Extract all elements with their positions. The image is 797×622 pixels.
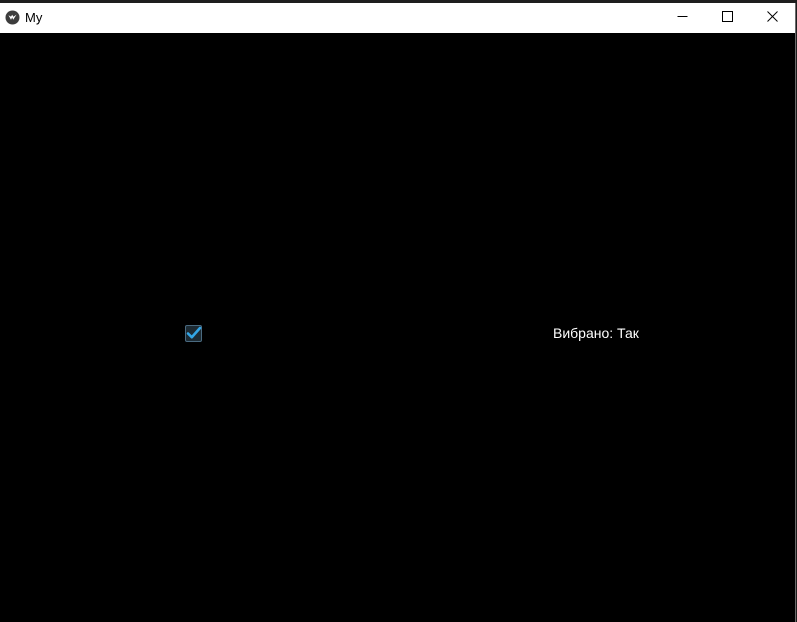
agree-checkbox[interactable] <box>185 325 202 342</box>
minimize-icon <box>677 9 688 27</box>
app-window: My Вибрано: Так <box>0 3 796 622</box>
window-title: My <box>25 10 43 25</box>
kivy-logo-icon <box>5 10 20 25</box>
close-icon <box>766 9 778 27</box>
maximize-button[interactable] <box>704 3 750 33</box>
maximize-icon <box>721 9 733 27</box>
title-bar[interactable]: My <box>0 3 795 33</box>
app-content: Вибрано: Так <box>0 33 795 622</box>
close-button[interactable] <box>749 3 795 33</box>
minimize-button[interactable] <box>659 3 705 33</box>
selection-status-label: Вибрано: Так <box>553 325 639 341</box>
